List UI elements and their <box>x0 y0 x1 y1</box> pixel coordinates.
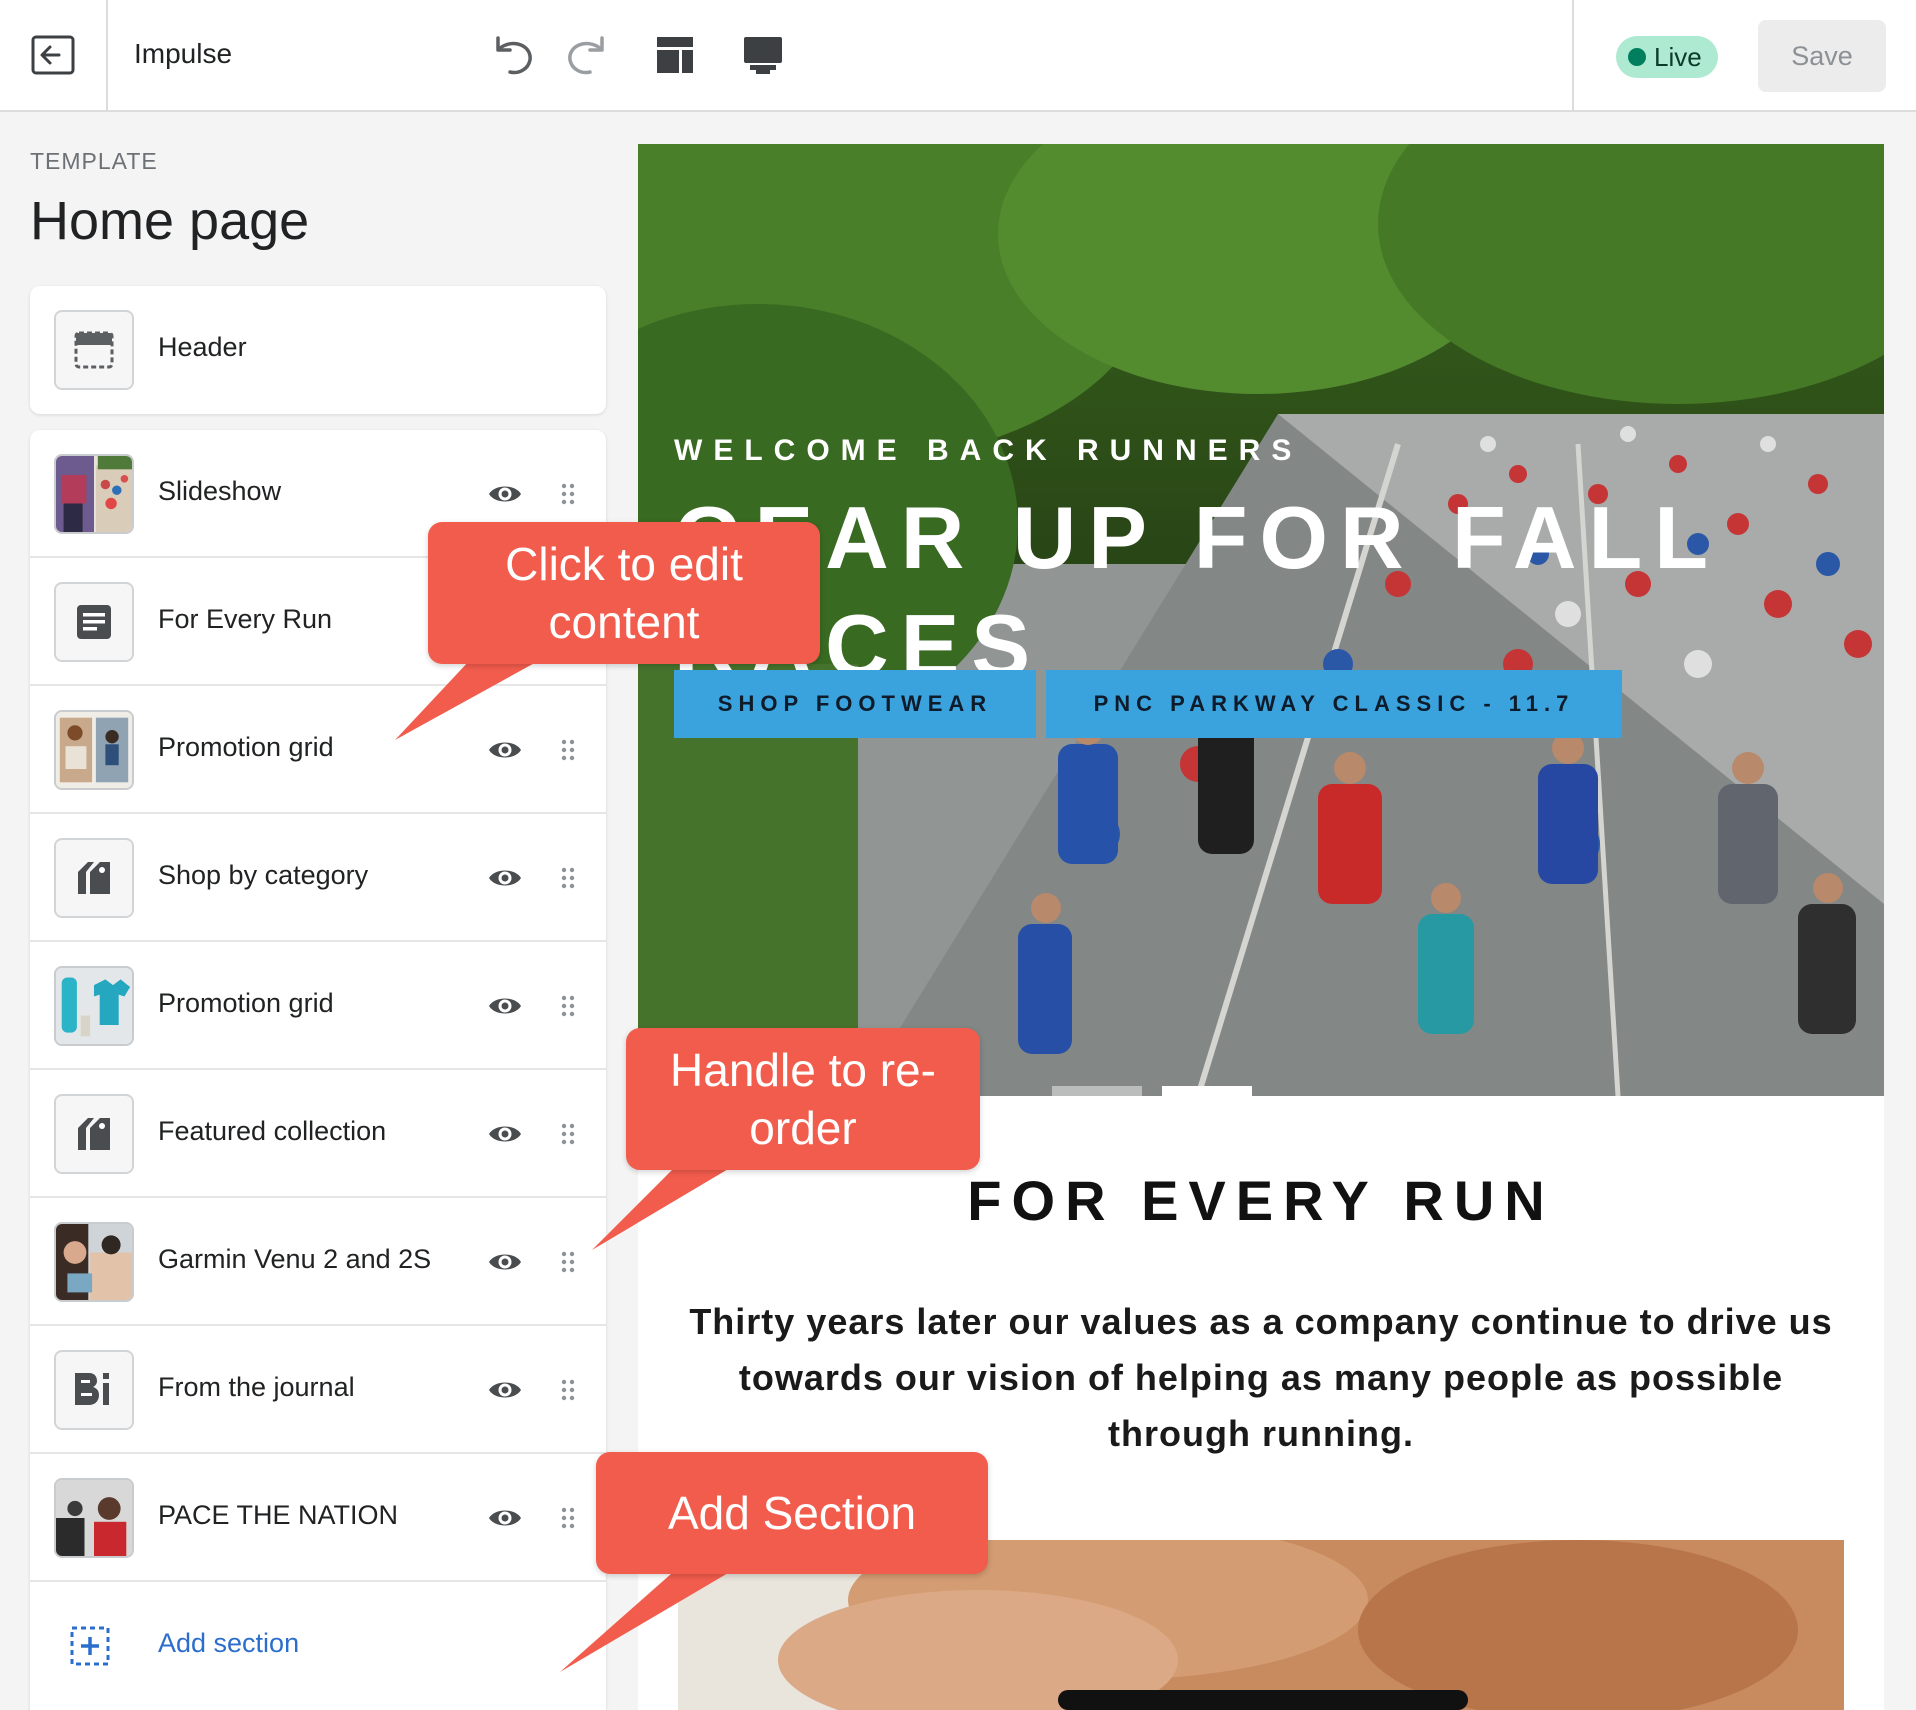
watch-thumbnail <box>54 1222 134 1302</box>
save-button[interactable]: Save <box>1758 20 1886 92</box>
undo-button[interactable] <box>486 28 540 82</box>
tag-icon <box>54 838 134 918</box>
add-section-button[interactable]: Add section <box>30 1582 606 1710</box>
live-badge: Live <box>1616 36 1718 78</box>
drag-handle-icon[interactable] <box>558 860 578 896</box>
slide-indicator-active[interactable] <box>1162 1086 1252 1096</box>
template-label: TEMPLATE <box>30 148 158 174</box>
sidebar: TEMPLATE Home page Header Slideshow For … <box>0 112 620 1710</box>
undo-icon <box>496 36 532 75</box>
exit-button[interactable] <box>0 0 108 110</box>
visibility-eye-icon[interactable] <box>488 1502 522 1534</box>
topbar-actions: Live Save <box>1572 0 1916 110</box>
section-label: Featured collection <box>158 1116 387 1146</box>
shop-footwear-button[interactable]: SHOP FOOTWEAR <box>674 670 1036 738</box>
section-label: PACE THE NATION <box>158 1500 399 1530</box>
for-every-run-text: Thirty years later our values as a compa… <box>689 1301 1833 1454</box>
header-label: Header <box>158 332 247 362</box>
callout-handle-to-reorder: Handle to re-order <box>626 1028 980 1170</box>
drag-handle-icon[interactable] <box>558 476 578 512</box>
hero-title: GEAR UP FOR FALL RACES <box>674 488 1719 695</box>
section-row-shop-by-category[interactable]: Shop by category <box>30 814 606 942</box>
page-title: Home page <box>30 191 310 251</box>
drag-handle-icon[interactable] <box>558 1244 578 1280</box>
section-row-pace-the-nation[interactable]: PACE THE NATION <box>30 1454 606 1582</box>
desktop-icon <box>744 37 782 74</box>
visibility-eye-icon[interactable] <box>488 862 522 894</box>
add-section-label: Add section <box>158 1628 300 1658</box>
section-label: Slideshow <box>158 476 282 506</box>
section-label: Promotion grid <box>158 988 334 1018</box>
live-dot-icon <box>1628 48 1646 66</box>
visibility-eye-icon[interactable] <box>488 1374 522 1406</box>
section-label: Shop by category <box>158 860 369 890</box>
exit-icon <box>31 35 75 75</box>
drag-handle-icon[interactable] <box>558 1116 578 1152</box>
add-section-icon <box>70 1626 110 1666</box>
section-row-featured-collection[interactable]: Featured collection <box>30 1070 606 1198</box>
hero-kicker: WELCOME BACK RUNNERS <box>674 434 1303 467</box>
drag-handle-icon[interactable] <box>558 988 578 1024</box>
header-icon <box>54 310 134 390</box>
hero-slideshow[interactable]: WELCOME BACK RUNNERS GEAR UP FOR FALL RA… <box>638 144 1884 1096</box>
section-label: Promotion grid <box>158 732 334 762</box>
live-label: Live <box>1654 41 1702 72</box>
text-icon <box>54 582 134 662</box>
pnc-parkway-button[interactable]: PNC PARKWAY CLASSIC - 11.7 <box>1046 670 1622 738</box>
drag-handle-icon[interactable] <box>558 732 578 768</box>
visibility-eye-icon[interactable] <box>488 990 522 1022</box>
header-section-card[interactable]: Header <box>30 286 606 414</box>
promotion-thumbnail <box>54 710 134 790</box>
callout-add-section: Add Section <box>596 1452 988 1574</box>
visibility-eye-icon[interactable] <box>488 734 522 766</box>
section-row-promotion-grid-2[interactable]: Promotion grid <box>30 942 606 1070</box>
section-row-from-the-journal[interactable]: From the journal <box>30 1326 606 1454</box>
redo-icon <box>568 36 604 75</box>
apparel-thumbnail <box>54 966 134 1046</box>
blog-icon <box>54 1350 134 1430</box>
visibility-eye-icon[interactable] <box>488 478 522 510</box>
section-label: For Every Run <box>158 604 333 634</box>
drag-handle-icon[interactable] <box>558 1372 578 1408</box>
desktop-view-button[interactable] <box>736 28 790 82</box>
theme-name: Impulse <box>134 38 233 69</box>
redo-button[interactable] <box>560 28 614 82</box>
layout-icon <box>657 37 693 73</box>
slide-indicator[interactable] <box>1052 1086 1142 1096</box>
slideshow-thumbnail <box>54 454 134 534</box>
visibility-eye-icon[interactable] <box>488 1246 522 1278</box>
tag-icon <box>54 1094 134 1174</box>
drag-handle-icon[interactable] <box>558 1500 578 1536</box>
for-every-run-heading: FOR EVERY RUN <box>967 1169 1555 1232</box>
section-row-garmin[interactable]: Garmin Venu 2 and 2S <box>30 1198 606 1326</box>
section-label: From the journal <box>158 1372 355 1402</box>
section-label: Garmin Venu 2 and 2S <box>158 1244 432 1274</box>
layout-button[interactable] <box>648 28 702 82</box>
visibility-eye-icon[interactable] <box>488 1118 522 1150</box>
section-row-promotion-grid[interactable]: Promotion grid <box>30 686 606 814</box>
runner-thumbnail <box>54 1478 134 1558</box>
callout-click-to-edit: Click to edit content <box>428 522 820 664</box>
editor-topbar: Impulse Live Save <box>0 0 1916 112</box>
